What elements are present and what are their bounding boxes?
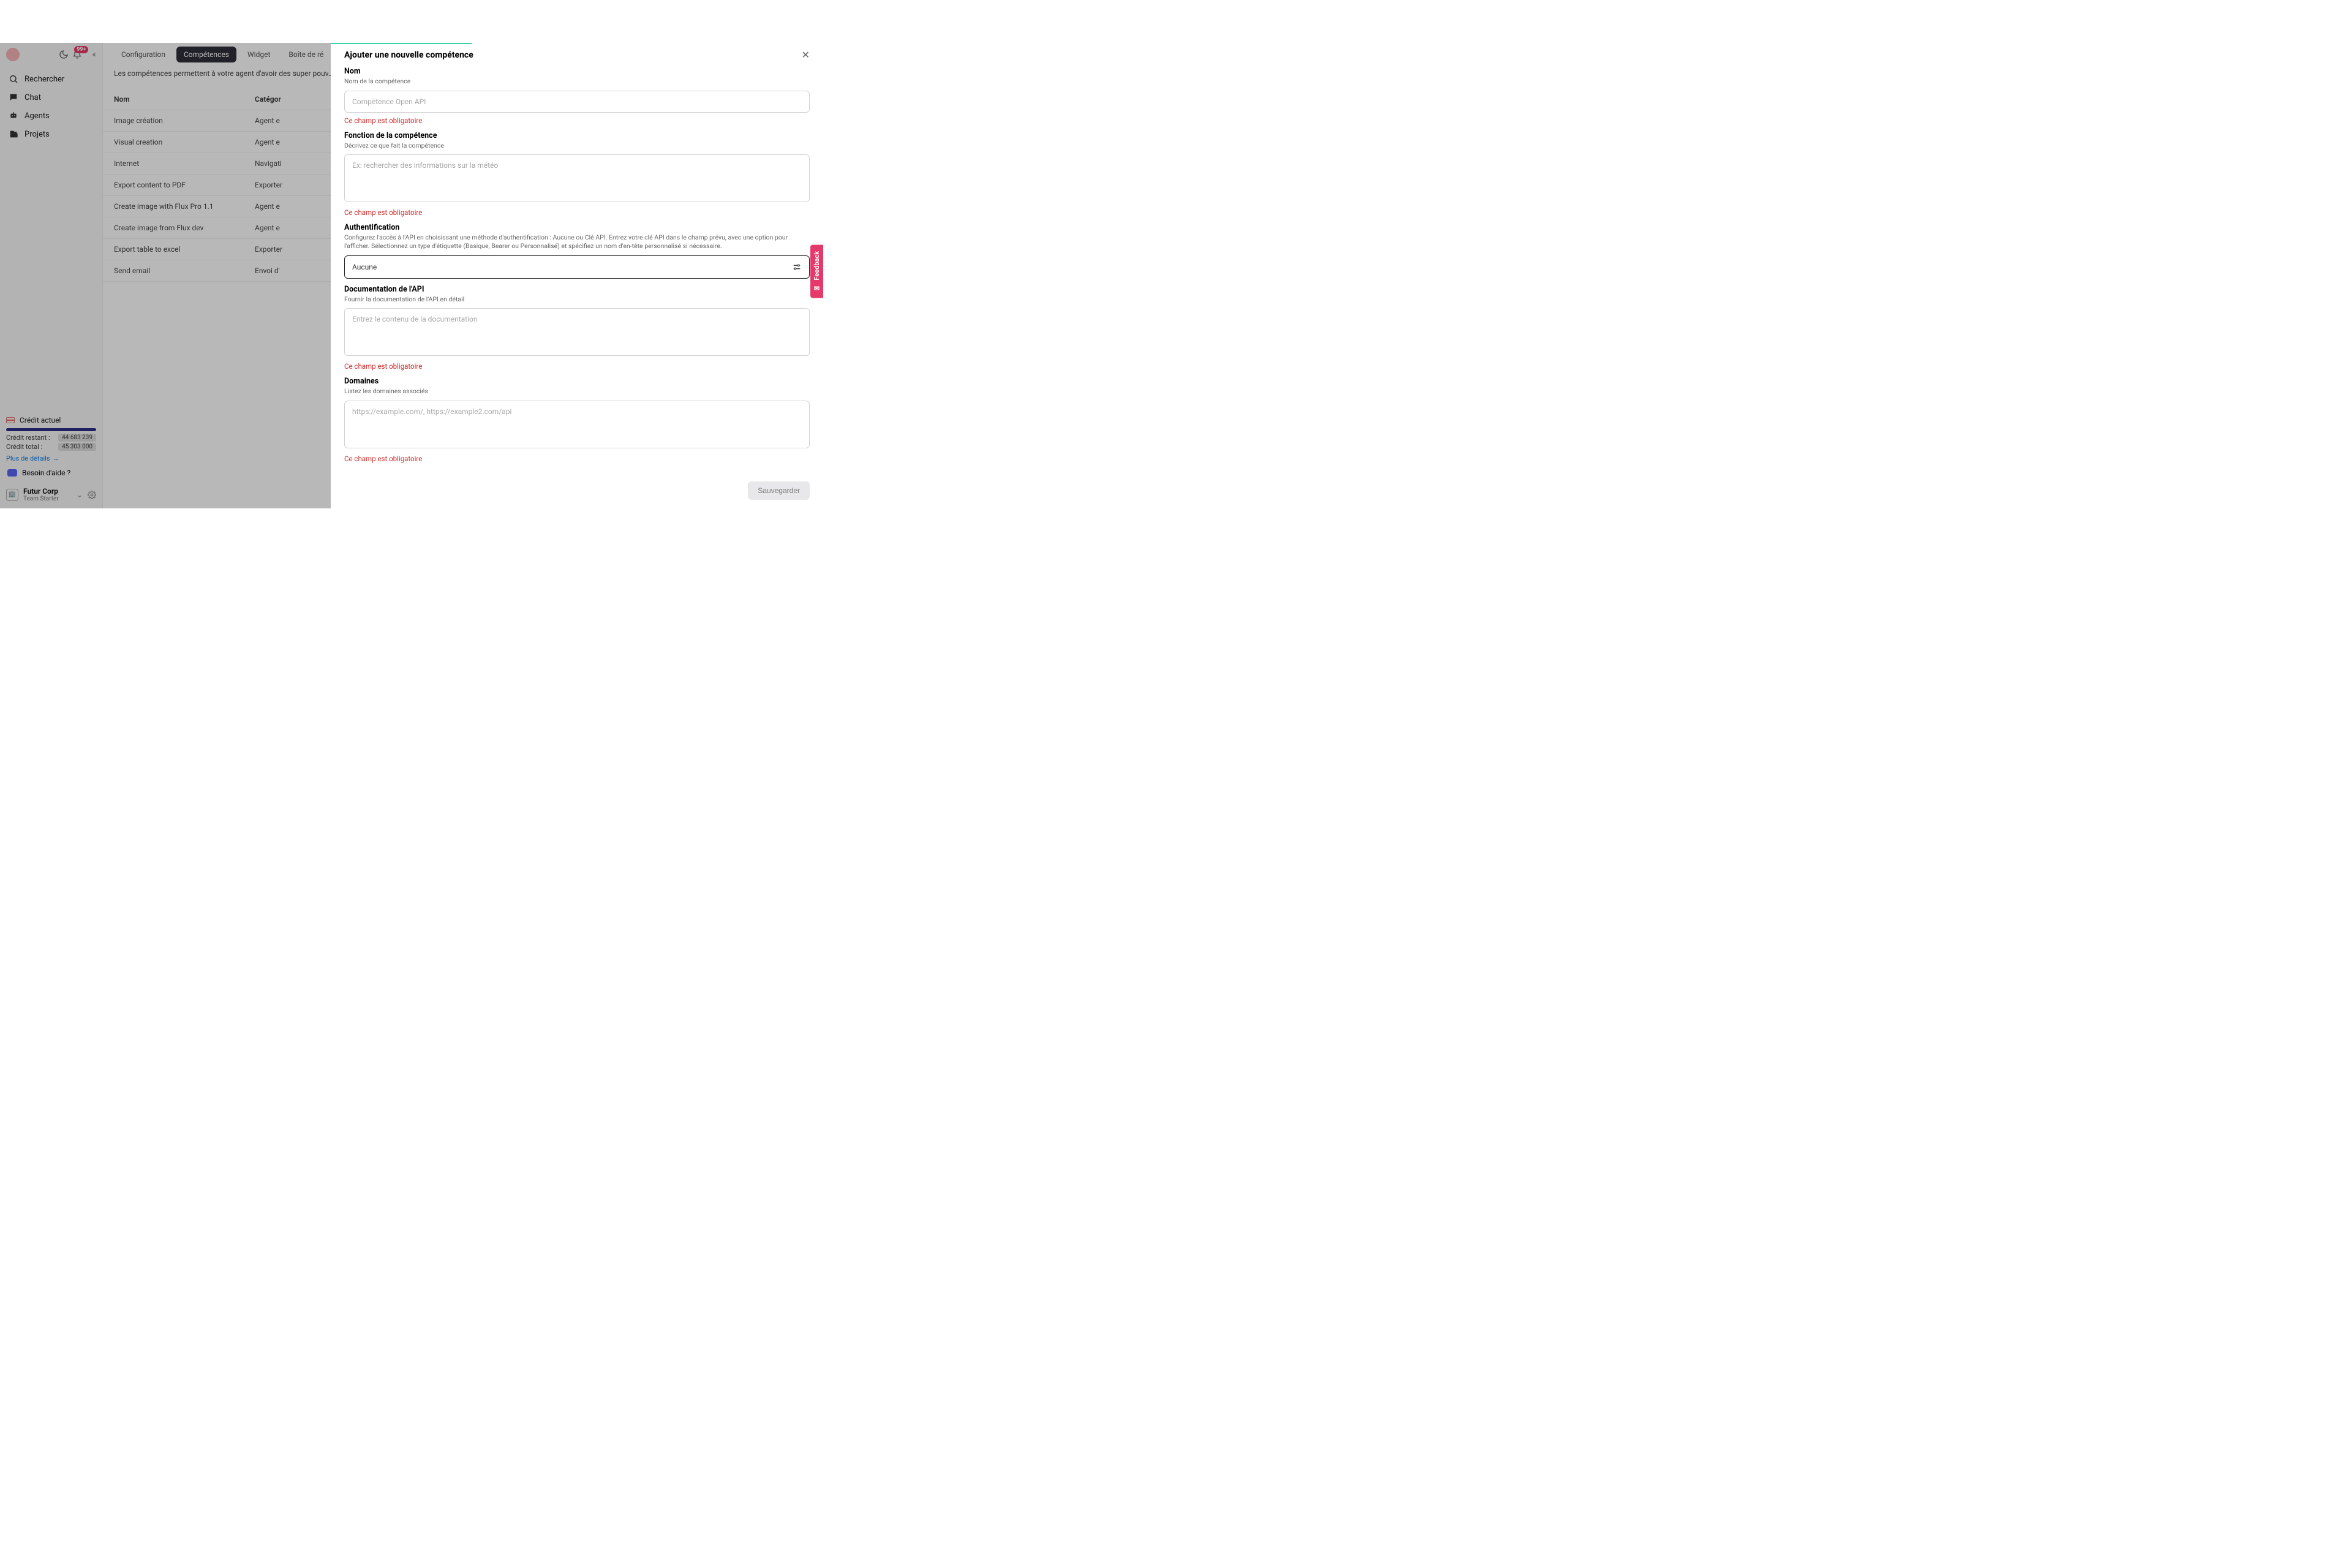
sliders-icon (792, 262, 802, 272)
gear-icon[interactable] (88, 491, 96, 499)
credit-more-link[interactable]: Plus de détails → (6, 454, 59, 462)
org-plan: Team Starter (23, 496, 72, 502)
help-link[interactable]: Besoin d'aide ? (0, 462, 102, 483)
feedback-icon: ✉ (813, 284, 821, 292)
cell-name: Visual creation (114, 138, 255, 146)
credit-total-value: 45 303 000 (58, 443, 96, 451)
doc-textarea[interactable] (344, 308, 810, 356)
credit-title: Crédit actuel (20, 416, 61, 424)
feedback-label: Feedback (813, 251, 821, 281)
name-error: Ce champ est obligatoire (344, 116, 810, 125)
feedback-tab[interactable]: ✉ Feedback (810, 245, 823, 298)
cell-name: Create image with Flux Pro 1.1 (114, 202, 255, 211)
close-icon[interactable]: ✕ (802, 49, 810, 61)
name-label: Nom (344, 67, 810, 76)
auth-value: Aucune (352, 263, 377, 271)
nav-label: Rechercher (24, 75, 64, 84)
doc-label: Documentation de l'API (344, 285, 810, 294)
tab-competences[interactable]: Compétences (176, 47, 236, 62)
auth-help: Configurez l'accès à l'API en choisissan… (344, 233, 810, 250)
chevron-down-icon[interactable]: ⌄ (77, 491, 83, 499)
cell-name: Create image from Flux dev (114, 224, 255, 232)
credit-block: Crédit actuel Crédit restant : 44 683 23… (0, 411, 102, 462)
function-help: Décrivez ce que fait la compétence (344, 141, 810, 150)
collapse-icon[interactable]: « (92, 50, 96, 59)
add-skill-panel: Ajouter une nouvelle compétence ✕ Nom No… (331, 43, 823, 508)
notification-badge: 99+ (74, 46, 88, 53)
credit-remaining-value: 44 683 239 (58, 434, 96, 442)
search-icon (9, 74, 18, 84)
nav-label: Projets (24, 130, 50, 139)
nav: Rechercher Chat Agents Projets (0, 66, 102, 147)
tab-inbox[interactable]: Boîte de ré (281, 47, 331, 62)
auth-select[interactable]: Aucune (344, 255, 810, 279)
org-switcher[interactable]: 🏢 Futur Corp Team Starter ⌄ (0, 483, 102, 508)
credit-remaining-label: Crédit restant : (6, 434, 50, 442)
name-input[interactable] (344, 91, 810, 113)
nav-projects[interactable]: Projets (0, 125, 102, 143)
domains-label: Domaines (344, 377, 810, 386)
tab-widget[interactable]: Widget (240, 47, 277, 62)
function-textarea[interactable] (344, 154, 810, 202)
name-help: Nom de la compétence (344, 77, 810, 86)
cell-name: Send email (114, 266, 255, 275)
domains-textarea[interactable] (344, 401, 810, 448)
cell-name: Internet (114, 159, 255, 168)
nav-search[interactable]: Rechercher (0, 70, 102, 88)
projects-icon (9, 129, 18, 139)
function-label: Fonction de la compétence (344, 131, 810, 140)
credit-card-icon (6, 417, 15, 423)
notification-bell[interactable]: 99+ (72, 50, 82, 59)
cell-name: Image création (114, 116, 255, 125)
moon-icon[interactable] (59, 50, 69, 59)
building-icon: 🏢 (6, 489, 18, 501)
org-name: Futur Corp (23, 487, 72, 496)
chat-icon (9, 92, 18, 102)
tab-configuration[interactable]: Configuration (114, 47, 173, 62)
credit-progress (6, 428, 96, 431)
avatar[interactable] (6, 48, 20, 61)
nav-label: Agents (24, 111, 50, 121)
auth-label: Authentification (344, 223, 810, 232)
help-label: Besoin d'aide ? (22, 469, 70, 477)
arrow-right-icon: → (53, 454, 59, 462)
save-button[interactable]: Sauvegarder (748, 481, 810, 500)
function-error: Ce champ est obligatoire (344, 208, 810, 217)
domains-help: Listez les domaines associés (344, 387, 810, 396)
sidebar: 99+ « Rechercher Chat Agents Projets (0, 43, 103, 508)
cell-name: Export table to excel (114, 245, 255, 254)
col-name: Nom (114, 95, 255, 104)
agents-icon (9, 111, 18, 121)
credit-total-label: Crédit total : (6, 443, 42, 451)
nav-agents[interactable]: Agents (0, 107, 102, 125)
domains-error: Ce champ est obligatoire (344, 454, 810, 463)
credit-more-label: Plus de détails (6, 454, 50, 462)
doc-help: Fournir la documentation de l'API en dét… (344, 295, 810, 304)
cell-name: Export content to PDF (114, 181, 255, 189)
doc-error: Ce champ est obligatoire (344, 362, 810, 371)
nav-label: Chat (24, 93, 41, 102)
panel-title: Ajouter une nouvelle compétence (344, 50, 473, 60)
discord-icon (7, 469, 17, 477)
nav-chat[interactable]: Chat (0, 88, 102, 107)
